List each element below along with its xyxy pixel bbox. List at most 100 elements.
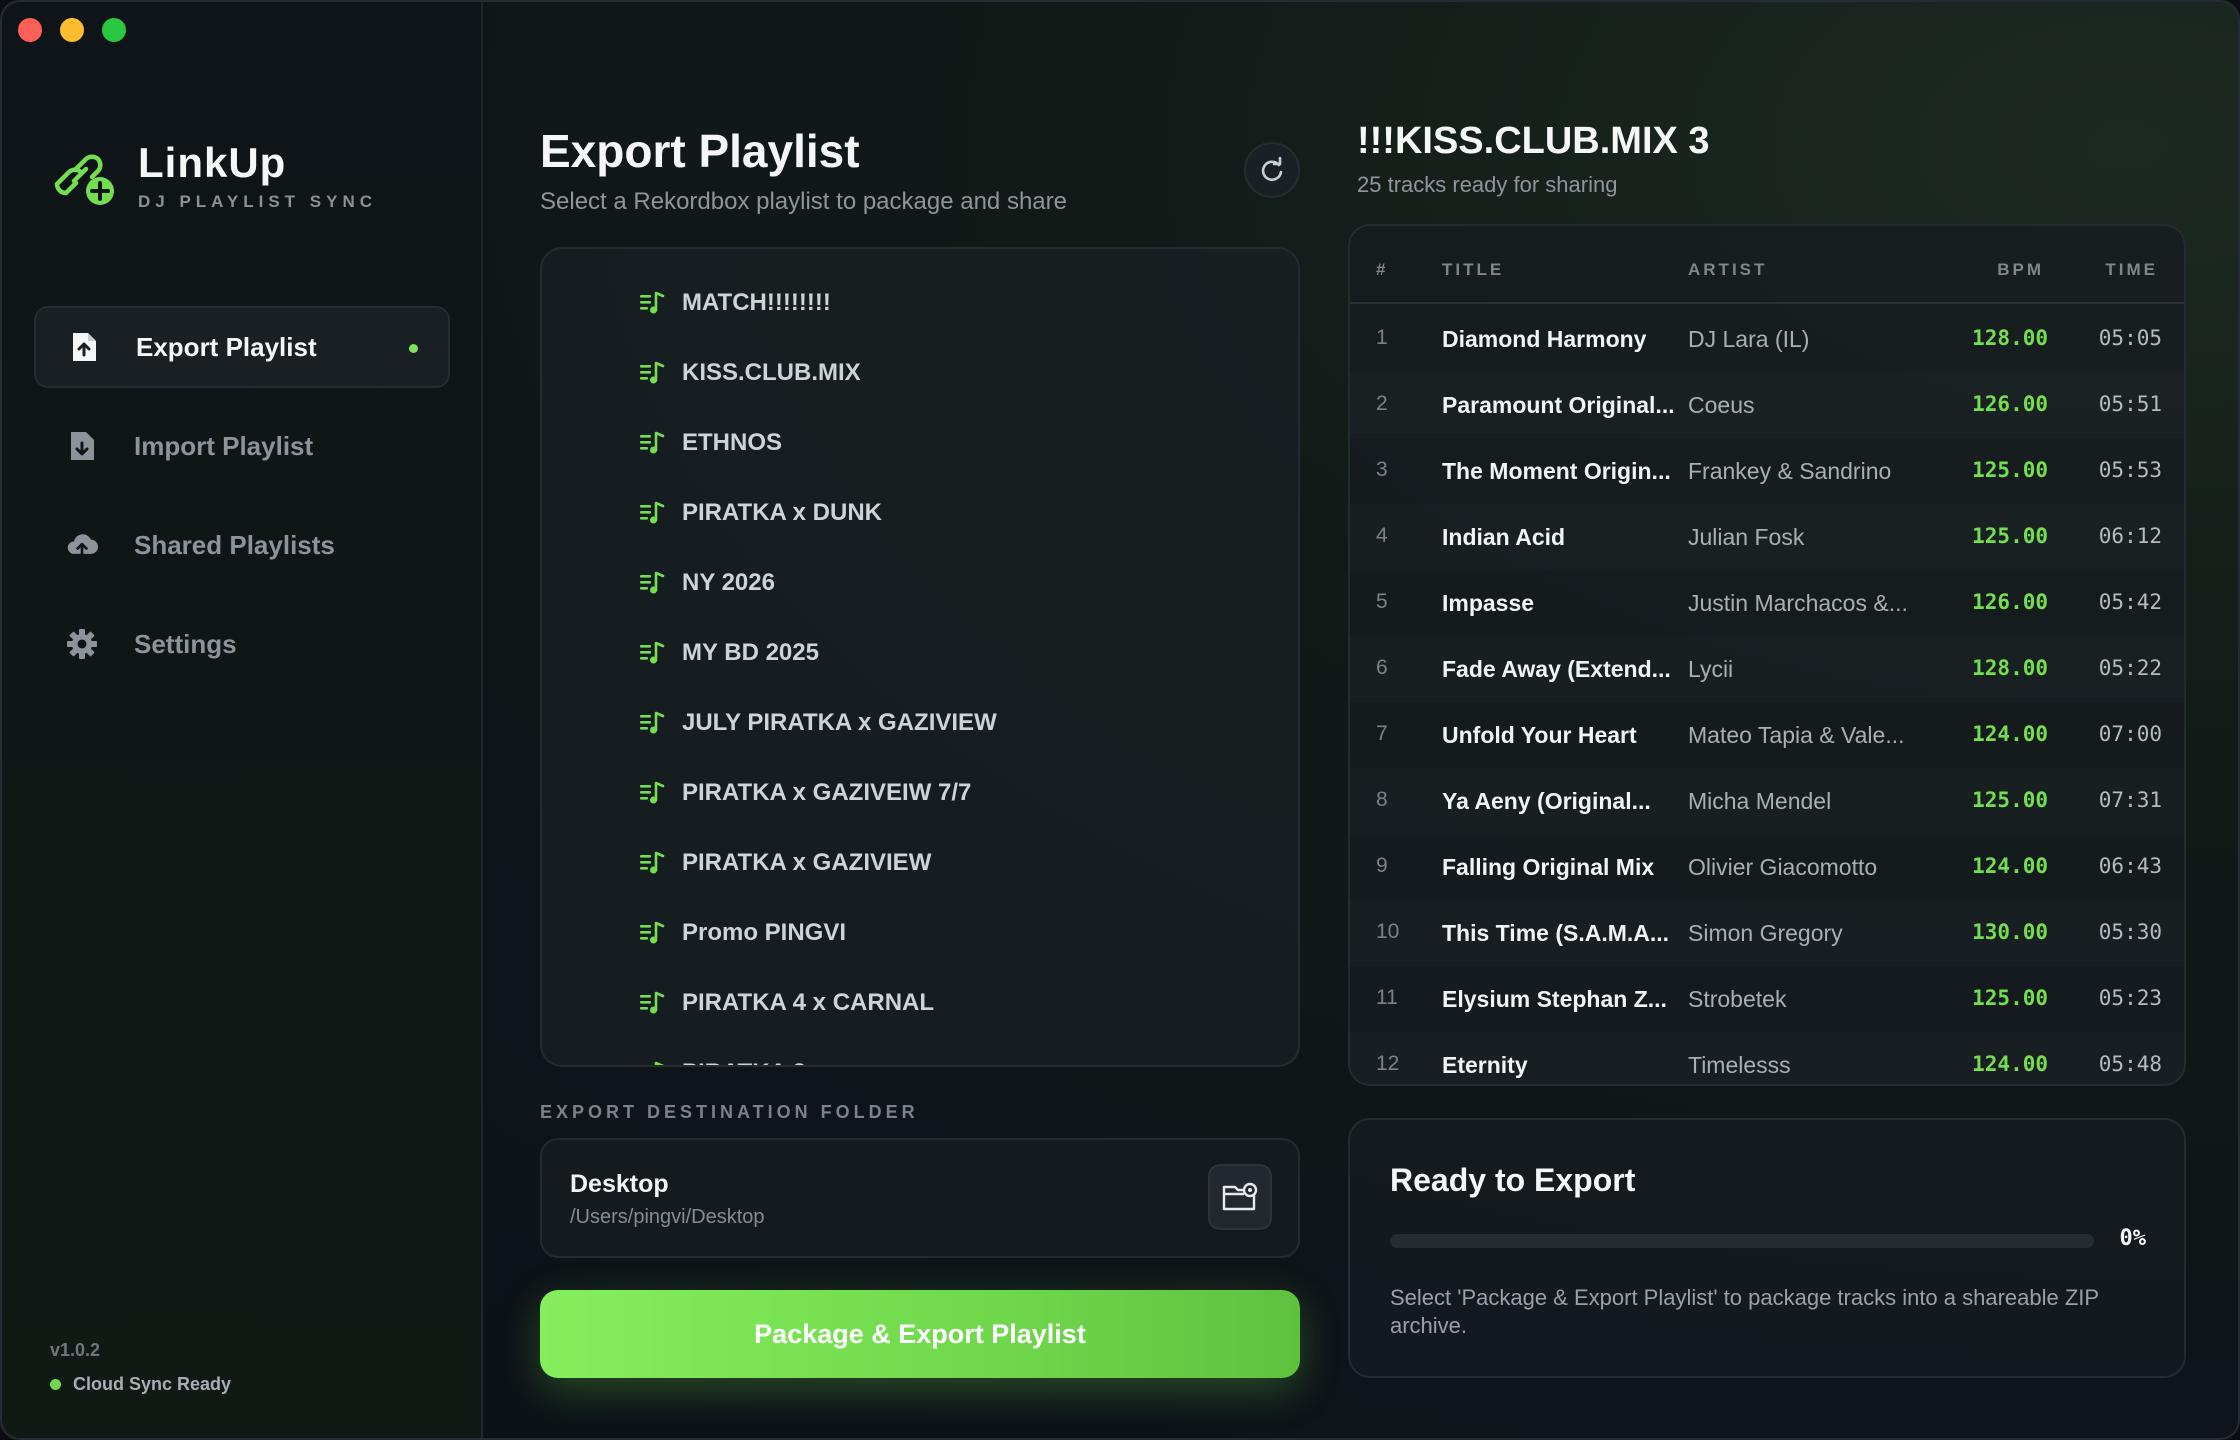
playlist-item[interactable]: Promo PINGVI (638, 913, 846, 953)
track-artist: Strobetek (1688, 986, 1787, 1012)
track-row[interactable]: 3 The Moment Origin... Frankey & Sandrino 1… (1350, 438, 2184, 504)
playlist-item[interactable]: KISS.CLUB.MIX (638, 353, 861, 393)
playlist-music-icon (640, 921, 665, 944)
playlist-name: MY BD 2025 (682, 639, 819, 666)
close-window-button[interactable] (18, 18, 42, 42)
track-artist: Justin Marchacos &... (1688, 590, 1908, 616)
track-title: Unfold Your Heart (1442, 722, 1637, 748)
track-row[interactable]: 12 Eternity Timelesss 124.00 05:48 (1350, 1032, 2184, 1084)
folder-settings-icon (1222, 1182, 1258, 1211)
sidebar-item-export-playlist[interactable]: Export Playlist (34, 306, 450, 388)
track-row[interactable]: 11 Elysium Stephan Z... Strobetek 125.00 05:… (1350, 966, 2184, 1032)
track-number: 2 (1376, 392, 1388, 415)
page-title: Export Playlist (540, 125, 860, 177)
sidebar-item-label: Shared Playlists (134, 529, 335, 560)
track-title: Ya Aeny (Original... (1442, 788, 1651, 814)
selected-playlist-title: !!!KISS.CLUB.MIX 3 (1357, 120, 1710, 162)
playlist-item[interactable]: MY BD 2025 (638, 633, 819, 673)
track-bpm: 124.00 (1972, 854, 2048, 878)
playlist-item[interactable]: PIRATKA 4 x CARNAL (638, 983, 934, 1023)
track-row[interactable]: 9 Falling Original Mix Olivier Giacomotto 1… (1350, 834, 2184, 900)
destination-folder-field: Desktop /Users/pingvi/Desktop (540, 1138, 1300, 1258)
track-table[interactable]: # TITLE ARTIST BPM TIME 1 Diamond Harmony… (1348, 224, 2186, 1086)
track-title: The Moment Origin... (1442, 458, 1671, 484)
playlist-music-icon (654, 1061, 664, 1065)
track-duration: 06:43 (2098, 854, 2162, 878)
active-indicator-dot (409, 344, 418, 353)
sidebar-item-label: Settings (134, 628, 237, 659)
track-number: 7 (1376, 722, 1388, 745)
playlist-name: KISS.CLUB.MIX (682, 359, 861, 386)
track-artist: Timelesss (1688, 1052, 1791, 1078)
playlist-name: PIRATKA x GAZIVEIW 7/7 (682, 779, 972, 806)
refresh-icon (1261, 156, 1283, 182)
track-number: 6 (1376, 656, 1388, 679)
playlist-name: PIRATKA x GAZIVIEW (682, 849, 932, 876)
file-download-icon (66, 430, 98, 462)
playlist-item[interactable]: ETHNOS (638, 423, 782, 463)
playlist-item[interactable]: NY 2026 (638, 563, 775, 603)
track-duration: 05:30 (2098, 920, 2162, 944)
track-bpm: 125.00 (1972, 986, 2048, 1010)
cloud-upload-icon (66, 529, 98, 561)
track-title: Elysium Stephan Z... (1442, 986, 1667, 1012)
track-title: Diamond Harmony (1442, 326, 1647, 352)
track-number: 1 (1376, 326, 1388, 349)
column-header-bpm: BPM (1997, 260, 2044, 279)
track-number: 3 (1376, 458, 1388, 481)
playlist-name: MATCH!!!!!!!! (682, 289, 831, 316)
playlist-name: PIRATKA x DUNK (682, 499, 883, 526)
track-bpm: 124.00 (1972, 1052, 2048, 1076)
track-row[interactable]: 1 Diamond Harmony DJ Lara (IL) 128.00 05:05 (1350, 306, 2184, 372)
track-artist: Micha Mendel (1688, 788, 1832, 814)
playlist-item[interactable]: PIRATKA x GAZIVEIW 7/7 (638, 773, 971, 813)
track-artist: Frankey & Sandrino (1688, 458, 1892, 484)
playlist-music-icon (640, 991, 665, 1014)
minimize-window-button[interactable] (60, 18, 84, 42)
track-artist: Lycii (1688, 656, 1734, 682)
sync-status-dot (50, 1379, 61, 1390)
playlist-item[interactable]: JULY PIRATKA x GAZIVIEW (638, 703, 997, 743)
playlist-list[interactable]: MATCH!!!!!!!! KISS.CLUB.MIX ETHNOS PIRATKA … (540, 247, 1300, 1067)
playlist-item[interactable]: MATCH!!!!!!!! (638, 283, 831, 323)
track-bpm: 125.00 (1972, 458, 2048, 482)
track-row[interactable]: 4 Indian Acid Julian Fosk 125.00 06:12 (1350, 504, 2184, 570)
playlist-name: NY 2026 (682, 569, 775, 596)
playlist-item[interactable]: PIRATKA x DUNK (638, 493, 882, 533)
track-row[interactable]: 8 Ya Aeny (Original... Micha Mendel 125.00 0… (1350, 768, 2184, 834)
playlist-name: PIRATKA 3 (682, 1059, 806, 1065)
track-row[interactable]: 10 This Time (S.A.M.A... Simon Gregory 130.… (1350, 900, 2184, 966)
playlist-music-icon (640, 431, 665, 454)
playlist-music-icon (640, 711, 665, 734)
track-row[interactable]: 2 Paramount Original... Coeus 126.00 05:51 (1350, 372, 2184, 438)
track-number: 9 (1376, 854, 1388, 877)
track-row[interactable]: 6 Fade Away (Extend... Lycii 128.00 05:22 (1350, 636, 2184, 702)
track-duration: 07:00 (2098, 722, 2162, 746)
gear-icon (66, 628, 98, 660)
playlist-name: ETHNOS (682, 429, 783, 456)
maximize-window-button[interactable] (102, 18, 126, 42)
choose-folder-button[interactable] (1208, 1164, 1272, 1230)
column-header-time: TIME (2105, 260, 2158, 279)
track-title: Eternity (1442, 1052, 1528, 1078)
playlist-music-icon (640, 361, 665, 384)
track-artist: DJ Lara (IL) (1688, 326, 1810, 352)
track-row[interactable]: 7 Unfold Your Heart Mateo Tapia & Vale... 1… (1350, 702, 2184, 768)
playlist-item[interactable]: PIRATKA x GAZIVIEW (638, 843, 931, 883)
sidebar-item-shared-playlists[interactable]: Shared Playlists (34, 504, 450, 586)
sidebar-item-settings[interactable]: Settings (34, 603, 450, 685)
refresh-playlists-button[interactable] (1244, 142, 1300, 198)
track-duration: 05:22 (2098, 656, 2162, 680)
playlist-item[interactable]: PIRATKA 3 (638, 1053, 806, 1065)
sidebar-item-import-playlist[interactable]: Import Playlist (34, 405, 450, 487)
header-divider (1350, 302, 2184, 304)
column-header-title: TITLE (1442, 260, 1505, 279)
track-row[interactable]: 5 Impasse Justin Marchacos &... 126.00 05:42 (1350, 570, 2184, 636)
selected-playlist-summary: 25 tracks ready for sharing (1357, 172, 1618, 197)
chain-link-plus-icon (54, 154, 114, 205)
track-artist: Simon Gregory (1688, 920, 1843, 946)
package-export-button[interactable]: Package & Export Playlist (540, 1290, 1300, 1378)
column-header-artist: ARTIST (1688, 260, 1768, 279)
track-number: 11 (1376, 986, 1398, 1009)
brand-name: LinkUp (138, 139, 287, 186)
